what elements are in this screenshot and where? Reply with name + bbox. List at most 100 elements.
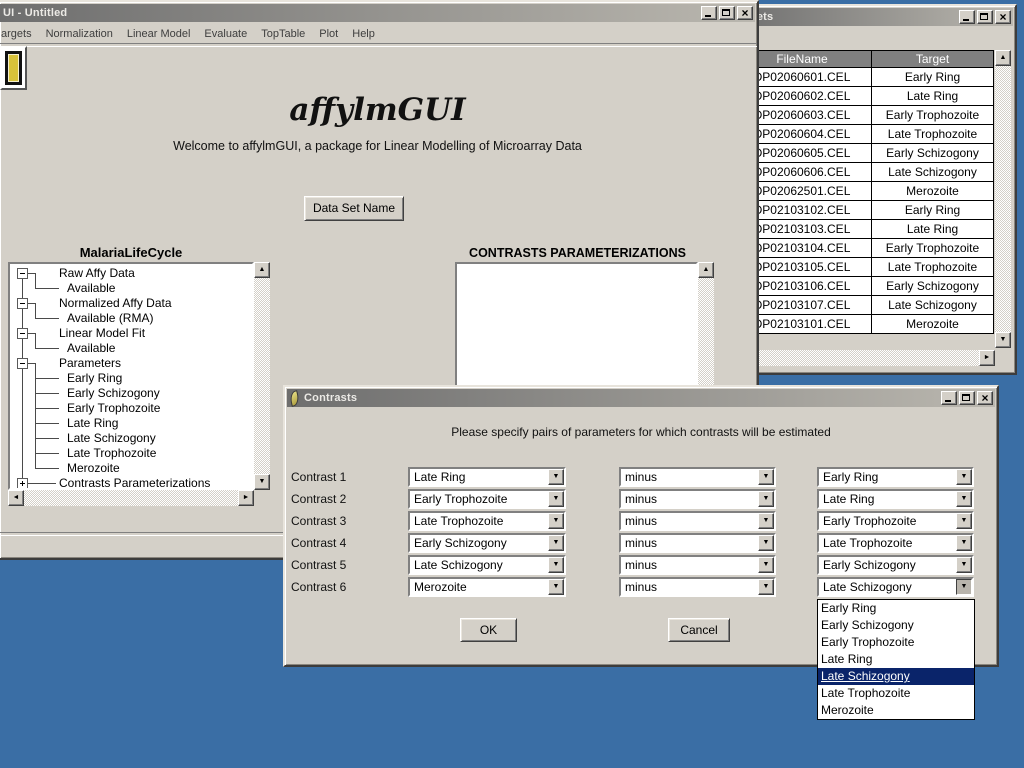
column-header-target[interactable]: Target	[871, 50, 994, 68]
tree-node-linear-model-fit[interactable]: Linear Model Fit	[59, 326, 145, 341]
menu-item-help[interactable]: Help	[352, 28, 375, 40]
tree-node-parameters[interactable]: Parameters	[59, 356, 121, 371]
scroll-track[interactable]	[995, 66, 1011, 332]
tree-horizontal-scrollbar[interactable]: ◄ ►	[8, 490, 254, 506]
maximize-button[interactable]	[959, 391, 975, 405]
tree-node-normalized-affy-data[interactable]: Normalized Affy Data	[59, 296, 172, 311]
dropdown-option-early-ring[interactable]: Early Ring	[818, 600, 974, 617]
menu-item-plot[interactable]: Plot	[319, 28, 338, 40]
contrast-1-operator-combobox[interactable]: minus▼	[619, 467, 776, 487]
dropdown-arrow-icon[interactable]: ▼	[758, 557, 774, 573]
scroll-left-button[interactable]: ◄	[8, 490, 24, 506]
scroll-right-button[interactable]: ►	[979, 350, 995, 366]
main-title-bar[interactable]: UI - Untitled ×	[0, 4, 755, 22]
tree-node-available-rma[interactable]: Available (RMA)	[67, 311, 153, 326]
scroll-down-button[interactable]: ▼	[254, 474, 270, 490]
close-button[interactable]: ×	[977, 391, 993, 405]
table-row[interactable]: DP02060602.CELLate Ring	[732, 86, 994, 106]
dropdown-arrow-icon[interactable]: ▼	[956, 535, 972, 551]
menu-item-normalization[interactable]: Normalization	[46, 28, 113, 40]
tree-node-early-ring[interactable]: Early Ring	[67, 371, 122, 386]
contrast-4-left-combobox[interactable]: Early Schizogony▼	[408, 533, 566, 553]
contrast-1-left-combobox[interactable]: Late Ring▼	[408, 467, 566, 487]
contrast-2-operator-combobox[interactable]: minus▼	[619, 489, 776, 509]
contrast-3-right-combobox[interactable]: Early Trophozoite▼	[817, 511, 974, 531]
table-row[interactable]: DP02103107.CELLate Schizogony	[732, 295, 994, 315]
scroll-right-button[interactable]: ►	[238, 490, 254, 506]
dropdown-arrow-icon[interactable]: ▼	[758, 491, 774, 507]
contrast-4-operator-combobox[interactable]: minus▼	[619, 533, 776, 553]
minimize-button[interactable]	[701, 6, 717, 20]
tree-view[interactable]: Raw Affy DataAvailableNormalized Affy Da…	[8, 262, 254, 490]
close-button[interactable]: ×	[995, 10, 1011, 24]
tree-node-late-ring[interactable]: Late Ring	[67, 416, 118, 431]
table-row[interactable]: DP02103104.CELEarly Trophozoite	[732, 238, 994, 258]
table-row[interactable]: DP02060603.CELEarly Trophozoite	[732, 105, 994, 125]
dropdown-arrow-icon[interactable]: ▼	[758, 513, 774, 529]
dropdown-arrow-icon[interactable]: ▼	[956, 469, 972, 485]
table-row[interactable]: DP02060604.CELLate Trophozoite	[732, 124, 994, 144]
contrast-6-right-combobox[interactable]: Late Schizogony▼	[817, 577, 974, 597]
tree-node-available[interactable]: Available	[67, 281, 115, 296]
table-row[interactable]: DP02060605.CELEarly Schizogony	[732, 143, 994, 163]
tree-collapse-icon[interactable]	[17, 358, 28, 369]
tree-node-late-schizogony[interactable]: Late Schizogony	[67, 431, 156, 446]
scroll-up-button[interactable]: ▲	[995, 50, 1011, 66]
tree-node-early-trophozoite[interactable]: Early Trophozoite	[67, 401, 160, 416]
menu-item-toptable[interactable]: TopTable	[261, 28, 305, 40]
cancel-button[interactable]: Cancel	[668, 618, 730, 642]
scroll-up-button[interactable]: ▲	[254, 262, 270, 278]
dropdown-arrow-icon[interactable]: ▼	[758, 535, 774, 551]
dropdown-option-late-schizogony[interactable]: Late Schizogony	[818, 668, 974, 685]
dropdown-option-early-schizogony[interactable]: Early Schizogony	[818, 617, 974, 634]
contrast-4-right-combobox[interactable]: Late Trophozoite▼	[817, 533, 974, 553]
tree-collapse-icon[interactable]	[17, 328, 28, 339]
dropdown-option-merozoite[interactable]: Merozoite	[818, 702, 974, 719]
dropdown-arrow-icon[interactable]: ▼	[956, 513, 972, 529]
contrast-5-right-combobox[interactable]: Early Schizogony▼	[817, 555, 974, 575]
contrast-1-right-combobox[interactable]: Early Ring▼	[817, 467, 974, 487]
scroll-down-button[interactable]: ▼	[995, 332, 1011, 348]
dropdown-arrow-icon[interactable]: ▼	[956, 579, 972, 595]
dropdown-arrow-icon[interactable]: ▼	[956, 557, 972, 573]
scroll-track[interactable]	[254, 278, 270, 474]
targets-horizontal-scrollbar[interactable]: ◄ ►	[732, 350, 995, 366]
table-row[interactable]: DP02060601.CELEarly Ring	[732, 67, 994, 87]
tree-collapse-icon[interactable]	[17, 298, 28, 309]
dropdown-option-late-ring[interactable]: Late Ring	[818, 651, 974, 668]
menu-item-evaluate[interactable]: Evaluate	[204, 28, 247, 40]
dialog-title-bar[interactable]: Contrasts ×	[287, 389, 995, 407]
tree-node-late-trophozoite[interactable]: Late Trophozoite	[67, 446, 156, 461]
dropdown-arrow-icon[interactable]: ▼	[956, 491, 972, 507]
tree-node-merozoite[interactable]: Merozoite	[67, 461, 120, 476]
table-row[interactable]: DP02103102.CELEarly Ring	[732, 200, 994, 220]
table-row[interactable]: DP02103106.CELEarly Schizogony	[732, 276, 994, 296]
dropdown-arrow-icon[interactable]: ▼	[548, 513, 564, 529]
contrast-2-left-combobox[interactable]: Early Trophozoite▼	[408, 489, 566, 509]
contrast-3-left-combobox[interactable]: Late Trophozoite▼	[408, 511, 566, 531]
maximize-button[interactable]	[719, 6, 735, 20]
ok-button[interactable]: OK	[460, 618, 517, 642]
dropdown-arrow-icon[interactable]: ▼	[758, 469, 774, 485]
dropdown-arrow-icon[interactable]: ▼	[758, 579, 774, 595]
maximize-button[interactable]	[977, 10, 993, 24]
minimize-button[interactable]	[959, 10, 975, 24]
toolbar-icon[interactable]	[0, 46, 27, 90]
dropdown-arrow-icon[interactable]: ▼	[548, 469, 564, 485]
dropdown-arrow-icon[interactable]: ▼	[548, 491, 564, 507]
tree-node-early-schizogony[interactable]: Early Schizogony	[67, 386, 160, 401]
contrast-5-operator-combobox[interactable]: minus▼	[619, 555, 776, 575]
table-row[interactable]: DP02062501.CELMerozoite	[732, 181, 994, 201]
table-row[interactable]: DP02103101.CELMerozoite	[732, 314, 994, 334]
tree-node-available[interactable]: Available	[67, 341, 115, 356]
dropdown-option-late-trophozoite[interactable]: Late Trophozoite	[818, 685, 974, 702]
dropdown-option-early-trophozoite[interactable]: Early Trophozoite	[818, 634, 974, 651]
minimize-button[interactable]	[941, 391, 957, 405]
contrast-6-left-combobox[interactable]: Merozoite▼	[408, 577, 566, 597]
scroll-up-button[interactable]: ▲	[698, 262, 714, 278]
contrast-2-right-combobox[interactable]: Late Ring▼	[817, 489, 974, 509]
tree-expand-icon[interactable]	[17, 478, 28, 489]
menu-item-linear-model[interactable]: Linear Model	[127, 28, 191, 40]
dropdown-arrow-icon[interactable]: ▼	[548, 557, 564, 573]
targets-vertical-scrollbar[interactable]: ▲ ▼	[995, 50, 1011, 348]
